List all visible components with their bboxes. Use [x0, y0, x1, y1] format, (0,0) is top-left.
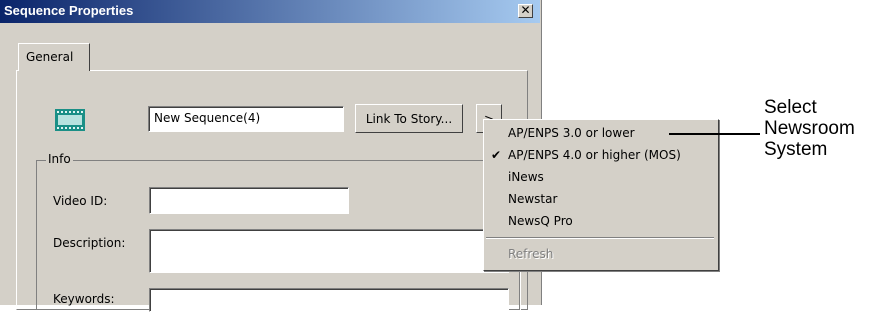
- video-id-field[interactable]: [149, 187, 349, 214]
- callout-leader-line: [669, 133, 760, 135]
- film-frame-left: [58, 115, 70, 125]
- menu-item-newstar[interactable]: Newstar: [508, 192, 557, 206]
- keywords-field[interactable]: [149, 288, 509, 312]
- callout-line-2: Newsroom: [764, 118, 855, 139]
- close-button[interactable]: ✕: [518, 4, 533, 18]
- menu-separator: [486, 237, 714, 239]
- dialog-title: Sequence Properties: [4, 3, 134, 18]
- film-holes-top: [57, 111, 83, 113]
- menu-item-ap-enps-3[interactable]: AP/ENPS 3.0 or lower: [508, 126, 635, 140]
- menu-item-ap-enps-4-mos[interactable]: AP/ENPS 4.0 or higher (MOS): [508, 148, 681, 162]
- sequence-name-field[interactable]: New Sequence(4): [148, 106, 344, 132]
- tab-general-label: General: [26, 50, 74, 64]
- link-to-story-button[interactable]: Link To Story...: [355, 104, 463, 133]
- sequence-name-value: New Sequence(4): [154, 111, 261, 125]
- video-id-label: Video ID:: [53, 194, 108, 208]
- film-frame-right: [70, 115, 82, 125]
- description-field[interactable]: [149, 229, 509, 273]
- close-icon: ✕: [520, 3, 531, 17]
- callout-text: Select Newsroom System: [764, 97, 855, 160]
- checkmark-icon: ✔: [491, 148, 502, 162]
- callout-line-1: Select: [764, 97, 817, 118]
- title-bar: Sequence Properties ✕: [0, 0, 540, 23]
- menu-item-refresh: Refresh: [508, 247, 554, 261]
- menu-item-newsq-pro[interactable]: NewsQ Pro: [508, 214, 573, 228]
- info-group-label: Info: [46, 152, 73, 166]
- sequence-icon: [55, 109, 85, 131]
- tab-general[interactable]: General: [18, 43, 90, 71]
- newsroom-system-menu: AP/ENPS 3.0 or lower ✔ AP/ENPS 4.0 or hi…: [483, 119, 719, 271]
- sequence-properties-dialog: Sequence Properties ✕ General New Sequen…: [0, 0, 542, 312]
- link-to-story-label: Link To Story...: [365, 112, 453, 126]
- callout-line-3: System: [764, 139, 828, 160]
- film-holes-bottom: [57, 127, 83, 129]
- description-label: Description:: [53, 236, 126, 250]
- menu-item-inews[interactable]: iNews: [508, 170, 544, 184]
- keywords-label: Keywords:: [53, 292, 115, 306]
